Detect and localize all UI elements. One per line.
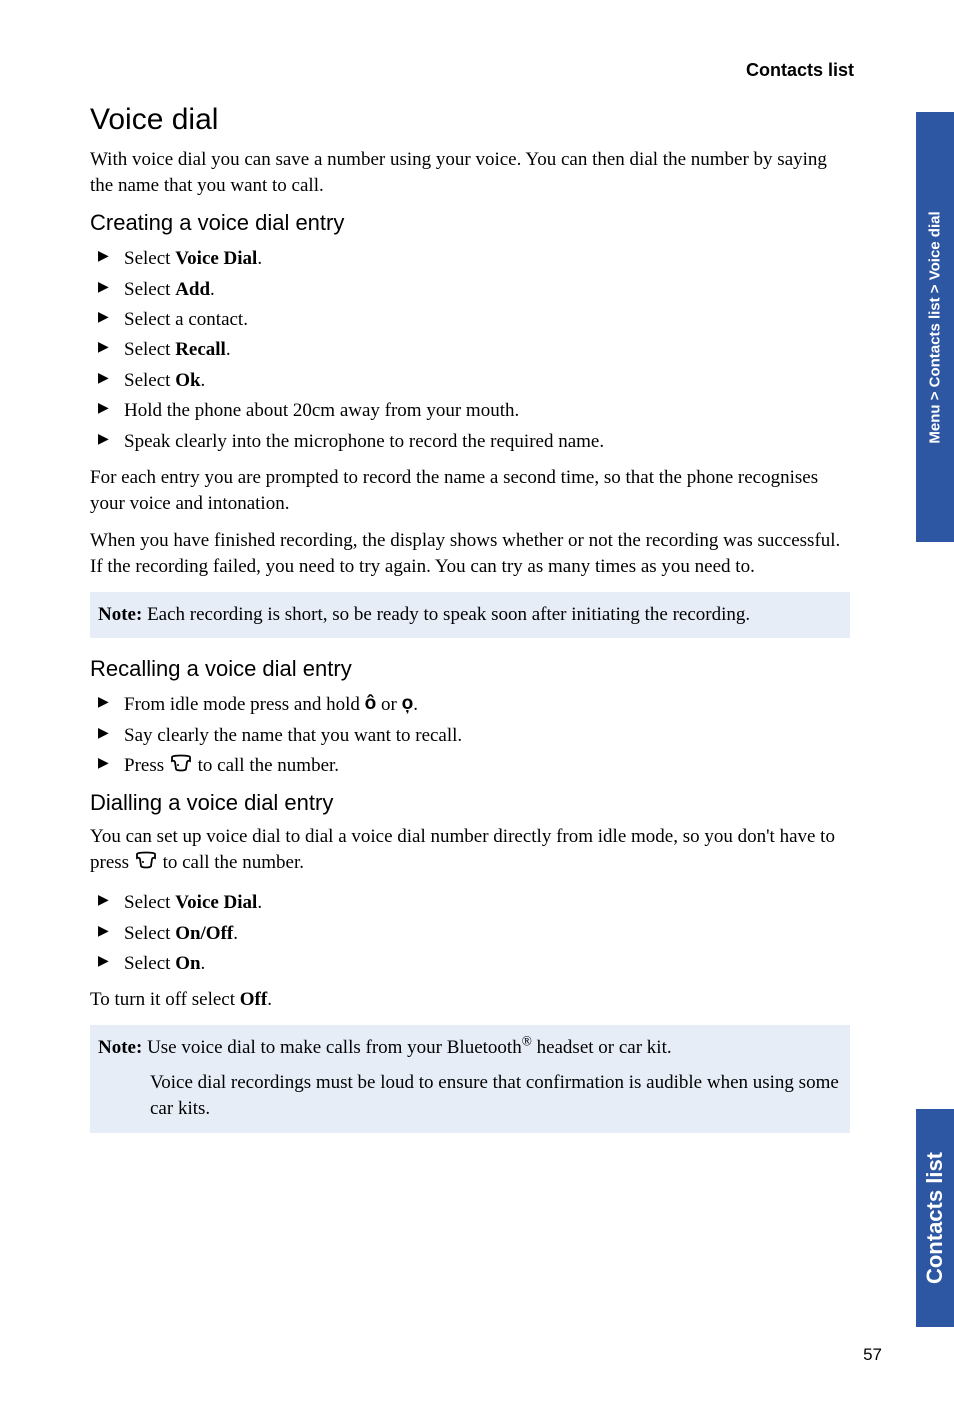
list-item: Select On/Off. (108, 919, 850, 949)
note-line2: Voice dial recordings must be loud to en… (98, 1070, 842, 1123)
side-tab-breadcrumb: Menu > Contacts list > Voice dial (916, 112, 954, 542)
list-item: From idle mode press and hold ô or o̦. (108, 690, 850, 721)
list-item: Say clearly the name that you want to re… (108, 721, 850, 751)
note-line1-pre: Use voice dial to make calls from your B… (142, 1037, 521, 1058)
list-item: Select Voice Dial. (108, 888, 850, 918)
memo-up-icon: ô (365, 689, 377, 719)
note-line1-post: headset or car kit. (532, 1037, 672, 1058)
creating-para-2: When you have finished recording, the di… (90, 528, 850, 579)
list-item: Select Voice Dial. (108, 244, 850, 274)
list-item: Select Ok. (108, 366, 850, 396)
creating-para-1: For each entry you are prompted to recor… (90, 465, 850, 516)
heading-voice-dial: Voice dial (90, 103, 850, 137)
list-item: Select a contact. (108, 305, 850, 335)
heading-recalling: Recalling a voice dial entry (90, 656, 850, 682)
dialling-list: Select Voice Dial. Select On/Off. Select… (90, 888, 850, 979)
side-tab-section-text: Contacts list (922, 1152, 948, 1284)
side-tab-breadcrumb-text: Menu > Contacts list > Voice dial (927, 211, 944, 443)
note-label: Note: (98, 604, 142, 625)
list-item: Hold the phone about 20cm away from your… (108, 396, 850, 426)
registered-mark: ® (522, 1034, 532, 1049)
note-label: Note: (98, 1037, 142, 1058)
list-item: Select On. (108, 949, 850, 979)
note-box-1: Note: Each recording is short, so be rea… (90, 592, 850, 639)
recalling-list: From idle mode press and hold ô or o̦. S… (90, 690, 850, 782)
note-text: Each recording is short, so be ready to … (142, 604, 750, 625)
dialling-off: To turn it off select Off. (90, 987, 850, 1013)
note-box-2: Note: Use voice dial to make calls from … (90, 1025, 850, 1133)
page-number: 57 (863, 1345, 882, 1365)
memo-down-icon: o̦ (402, 689, 414, 719)
creating-list: Select Voice Dial. Select Add. Select a … (90, 244, 850, 457)
list-item: Select Add. (108, 275, 850, 305)
main-content: Voice dial With voice dial you can save … (90, 103, 850, 1133)
heading-creating: Creating a voice dial entry (90, 210, 850, 236)
page-header-section: Contacts list (90, 60, 854, 81)
side-tab-section: Contacts list (916, 1109, 954, 1327)
send-icon (169, 750, 193, 780)
dialling-para: You can set up voice dial to dial a voic… (90, 824, 850, 876)
intro-paragraph: With voice dial you can save a number us… (90, 147, 850, 198)
heading-dialling: Dialling a voice dial entry (90, 790, 850, 816)
list-item: Speak clearly into the microphone to rec… (108, 427, 850, 457)
send-icon (134, 849, 158, 875)
list-item: Select Recall. (108, 335, 850, 365)
list-item: Press to call the number. (108, 751, 850, 782)
